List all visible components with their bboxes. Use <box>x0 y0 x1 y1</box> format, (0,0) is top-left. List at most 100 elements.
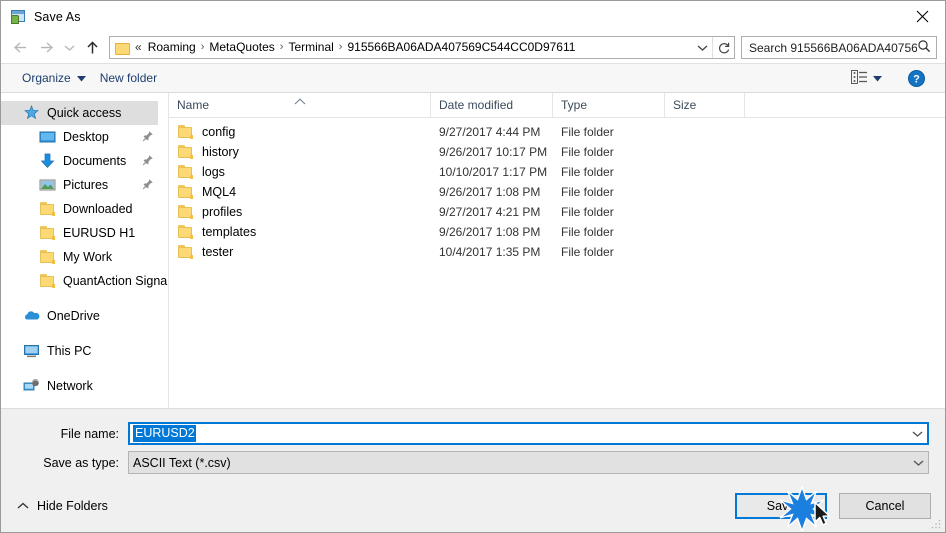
table-row[interactable]: templates 9/26/2017 1:08 PM File folder <box>169 222 945 242</box>
close-icon[interactable] <box>899 1 945 31</box>
sidebar-item-pictures[interactable]: Pictures <box>1 173 168 197</box>
recent-locations-chevron-down-icon[interactable] <box>59 35 79 61</box>
sidebar-item-label: Pictures <box>63 178 109 192</box>
folder-icon <box>39 273 56 289</box>
save-as-type-label: Save as type: <box>43 455 119 470</box>
dialog-footer: Hide Folders Save Cancel <box>1 480 945 532</box>
folder-icon <box>177 184 194 200</box>
up-icon[interactable] <box>79 35 105 61</box>
save-as-type-row: Save as type: ASCII Text (*.csv) <box>17 451 929 474</box>
address-chevron-down-icon[interactable] <box>692 37 712 58</box>
folder-icon <box>115 41 131 55</box>
file-type: File folder <box>561 165 614 179</box>
column-header-name[interactable]: Name <box>169 93 431 117</box>
onedrive-icon <box>23 308 40 324</box>
column-header-label: Size <box>673 98 697 112</box>
column-header-date-modified[interactable]: Date modified <box>431 93 553 117</box>
view-options-icon <box>851 69 868 87</box>
sidebar-item-quantaction-signal[interactable]: QuantAction Signal <box>1 269 168 293</box>
breadcrumb-item-metaquotes[interactable]: MetaQuotes <box>206 37 277 58</box>
breadcrumb-separator[interactable]: › <box>199 37 207 58</box>
breadcrumb-item-terminal[interactable]: Terminal <box>285 37 336 58</box>
column-header-size[interactable]: Size <box>665 93 745 117</box>
breadcrumb-separator[interactable]: › <box>278 37 286 58</box>
file-name-input[interactable]: EURUSD2 <box>128 422 929 445</box>
breadcrumb-item-roaming[interactable]: Roaming <box>145 37 199 58</box>
file-date: 10/10/2017 1:17 PM <box>439 165 548 179</box>
chevron-up-icon <box>17 499 29 513</box>
file-name-chevron-down-icon[interactable] <box>908 424 927 443</box>
breadcrumb-item-terminal-id[interactable]: 915566BA06ADA407569C544CC0D97611 <box>344 37 578 58</box>
navigation-bar: « Roaming › MetaQuotes › Terminal › 9155… <box>1 32 945 63</box>
help-icon[interactable]: ? <box>902 67 931 90</box>
sidebar-item-eurusd-h1[interactable]: EURUSD H1 <box>1 221 168 245</box>
save-as-type-value: ASCII Text (*.csv) <box>133 455 231 470</box>
cancel-button[interactable]: Cancel <box>839 493 931 519</box>
dialog-body: Quick access Desktop Documents Pictures … <box>1 93 945 408</box>
save-as-type-select[interactable]: ASCII Text (*.csv) <box>128 451 929 474</box>
table-row[interactable]: history 9/26/2017 10:17 PM File folder <box>169 142 945 162</box>
sidebar-item-quick-access[interactable]: Quick access <box>1 101 158 125</box>
sidebar-item-this-pc[interactable]: This PC <box>1 339 168 363</box>
table-row[interactable]: config 9/27/2017 4:44 PM File folder <box>169 122 945 142</box>
save-as-window-icon <box>10 9 26 25</box>
file-name: history <box>202 145 239 159</box>
column-header-label: Type <box>561 98 588 112</box>
file-name: tester <box>202 245 234 259</box>
table-row[interactable]: logs 10/10/2017 1:17 PM File folder <box>169 162 945 182</box>
sidebar-item-onedrive[interactable]: OneDrive <box>1 304 168 328</box>
search-icon[interactable] <box>917 39 931 56</box>
table-row[interactable]: MQL4 9/26/2017 1:08 PM File folder <box>169 182 945 202</box>
hide-folders-button[interactable]: Hide Folders <box>13 495 112 517</box>
file-date: 9/26/2017 1:08 PM <box>439 225 541 239</box>
address-bar[interactable]: « Roaming › MetaQuotes › Terminal › 9155… <box>109 36 735 59</box>
file-type: File folder <box>561 145 614 159</box>
file-list: Name Date modified Type Size config 9/27… <box>169 93 945 408</box>
sidebar-item-downloaded[interactable]: Downloaded <box>1 197 168 221</box>
sidebar-item-label: QuantAction Signal <box>63 274 169 288</box>
sort-ascending-icon <box>294 94 306 108</box>
organize-button[interactable]: Organize <box>15 68 93 88</box>
pin-icon[interactable] <box>142 154 154 166</box>
save-as-dialog: Save As « Roaming › MetaQuotes › Termina… <box>0 0 946 533</box>
sidebar-item-network[interactable]: Network <box>1 374 168 398</box>
resize-grip-icon[interactable] <box>930 518 942 530</box>
title-bar: Save As <box>1 1 945 32</box>
file-name-label: File name: <box>60 426 119 441</box>
svg-text:?: ? <box>913 73 920 85</box>
file-date: 9/27/2017 4:44 PM <box>439 125 541 139</box>
folder-icon <box>177 144 194 160</box>
sidebar-item-label: My Work <box>63 250 113 264</box>
back-icon[interactable] <box>7 35 33 61</box>
navigation-sidebar: Quick access Desktop Documents Pictures … <box>1 93 169 408</box>
breadcrumb-separator[interactable]: › <box>337 37 345 58</box>
desktop-icon <box>39 129 56 145</box>
save-form: File name: EURUSD2 Save as type: ASCII T… <box>1 408 945 480</box>
save-as-type-chevron-down-icon[interactable] <box>909 452 928 473</box>
folder-icon <box>177 244 194 260</box>
new-folder-button[interactable]: New folder <box>93 68 164 88</box>
file-type: File folder <box>561 245 614 259</box>
refresh-icon[interactable] <box>712 37 734 58</box>
file-name: templates <box>202 225 257 239</box>
pin-icon[interactable] <box>142 178 154 190</box>
organize-label: Organize <box>22 71 71 85</box>
search-input[interactable]: Search 915566BA06ADA40756... <box>741 36 937 59</box>
star-pin-icon <box>23 104 40 121</box>
column-header-type[interactable]: Type <box>553 93 665 117</box>
folder-icon <box>177 164 194 180</box>
sidebar-item-my-work[interactable]: My Work <box>1 245 168 269</box>
table-row[interactable]: profiles 9/27/2017 4:21 PM File folder <box>169 202 945 222</box>
view-options-button[interactable] <box>845 67 888 90</box>
file-rows: config 9/27/2017 4:44 PM File folder his… <box>169 118 945 408</box>
table-row[interactable]: tester 10/4/2017 1:35 PM File folder <box>169 242 945 262</box>
sidebar-item-label: Documents <box>63 154 127 168</box>
breadcrumb-overflow[interactable]: « <box>135 37 145 58</box>
sidebar-item-documents[interactable]: Documents <box>1 149 168 173</box>
file-date: 9/27/2017 4:21 PM <box>439 205 541 219</box>
sidebar-item-desktop[interactable]: Desktop <box>1 125 168 149</box>
save-button[interactable]: Save <box>735 493 827 519</box>
pin-icon[interactable] <box>142 130 154 142</box>
forward-icon[interactable] <box>33 35 59 61</box>
